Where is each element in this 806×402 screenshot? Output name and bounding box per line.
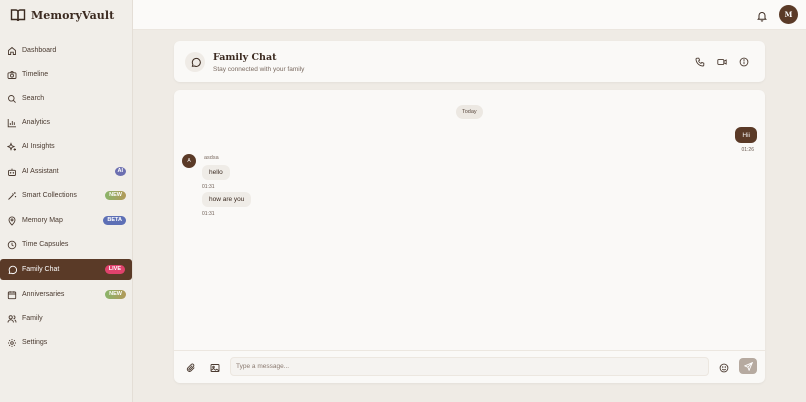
sender-avatar[interactable]: A xyxy=(182,154,196,168)
clock-icon xyxy=(7,240,17,250)
chat-icon xyxy=(185,52,205,72)
map-pin-icon xyxy=(7,216,17,226)
live-badge: LIVE xyxy=(104,264,125,275)
sidebar-item-label: Smart Collections xyxy=(22,192,77,199)
users-icon xyxy=(7,314,17,324)
chat-header: Family Chat Stay connected with your fam… xyxy=(174,41,765,82)
emoji-icon[interactable] xyxy=(719,363,729,373)
sidebar-item-analytics[interactable]: Analytics xyxy=(0,112,133,133)
sparkles-icon xyxy=(7,141,17,152)
bot-icon xyxy=(7,167,17,177)
sidebar-item-anniversaries[interactable]: Anniversaries NEW xyxy=(0,284,133,305)
sidebar-item-label: Search xyxy=(22,95,45,102)
message-bubble-incoming[interactable]: how are you xyxy=(202,192,252,207)
video-icon[interactable] xyxy=(717,57,727,67)
sidebar-item-timeline[interactable]: Timeline xyxy=(0,64,133,85)
wand-icon xyxy=(7,191,17,201)
ai-badge: AI xyxy=(114,166,126,177)
sidebar-item-settings[interactable]: Settings xyxy=(0,332,133,353)
image-icon[interactable] xyxy=(210,363,220,373)
message-time: 01:31 xyxy=(202,211,215,217)
message-panel[interactable]: Today Hii 01:26 A asdsa hello 01:31 how … xyxy=(174,90,765,383)
sidebar-item-label: Anniversaries xyxy=(22,291,65,298)
sidebar-item-label: Analytics xyxy=(22,119,51,126)
sidebar-item-label: Family Chat xyxy=(22,266,60,273)
beta-badge: BETA xyxy=(103,215,126,226)
sender-name: asdsa xyxy=(204,155,219,161)
calendar-icon xyxy=(7,290,17,300)
sidebar-item-label: AI Insights xyxy=(22,143,55,150)
app-name: MemoryVault xyxy=(31,8,115,22)
sidebar: MemoryVault Dashboard Timeline Search An… xyxy=(0,0,133,402)
info-icon[interactable] xyxy=(739,57,749,67)
bell-icon[interactable] xyxy=(756,9,768,22)
sidebar-item-search[interactable]: Search xyxy=(0,88,133,109)
page-title: Family Chat xyxy=(213,52,277,63)
page-subtitle: Stay connected with your family xyxy=(213,66,305,73)
message-bubble-incoming[interactable]: hello xyxy=(202,165,230,180)
send-icon xyxy=(743,361,753,371)
sidebar-item-label: Settings xyxy=(22,339,48,346)
camera-icon xyxy=(7,70,17,80)
sidebar-item-dashboard[interactable]: Dashboard xyxy=(0,40,133,61)
chat-icon xyxy=(7,265,17,275)
sidebar-item-ai-insights[interactable]: AI Insights xyxy=(0,136,133,157)
sidebar-item-family-chat[interactable]: Family Chat LIVE xyxy=(0,259,132,280)
brand[interactable]: MemoryVault xyxy=(10,6,114,24)
message-time: 01:31 xyxy=(202,184,215,190)
top-bar: M xyxy=(133,0,806,30)
message-input[interactable] xyxy=(230,357,709,376)
date-separator: Today xyxy=(456,105,483,119)
new-badge: NEW xyxy=(105,289,126,300)
gear-icon xyxy=(7,338,17,348)
sidebar-item-time-capsules[interactable]: Time Capsules xyxy=(0,234,133,255)
message-bubble-outgoing[interactable]: Hii xyxy=(735,127,757,143)
sidebar-item-label: AI Assistant xyxy=(22,168,59,175)
avatar[interactable]: M xyxy=(779,5,798,24)
new-badge: NEW xyxy=(105,190,126,201)
book-open-icon xyxy=(10,7,26,23)
home-icon xyxy=(7,46,17,56)
sidebar-item-memory-map[interactable]: Memory Map BETA xyxy=(0,210,133,231)
phone-icon[interactable] xyxy=(695,57,705,67)
sidebar-item-ai-assistant[interactable]: AI Assistant AI xyxy=(0,161,133,182)
send-button[interactable] xyxy=(739,358,757,374)
divider xyxy=(174,350,765,351)
sidebar-item-smart-collections[interactable]: Smart Collections NEW xyxy=(0,185,133,206)
message-time: 01:26 xyxy=(741,147,754,153)
bar-chart-icon xyxy=(7,118,17,128)
sidebar-item-label: Timeline xyxy=(22,71,49,78)
search-icon xyxy=(7,94,17,104)
sidebar-item-label: Dashboard xyxy=(22,47,57,54)
sidebar-item-label: Memory Map xyxy=(22,217,63,224)
sidebar-item-family[interactable]: Family xyxy=(0,308,133,329)
sidebar-item-label: Time Capsules xyxy=(22,241,69,248)
sidebar-item-label: Family xyxy=(22,315,43,322)
paperclip-icon[interactable] xyxy=(186,363,196,373)
